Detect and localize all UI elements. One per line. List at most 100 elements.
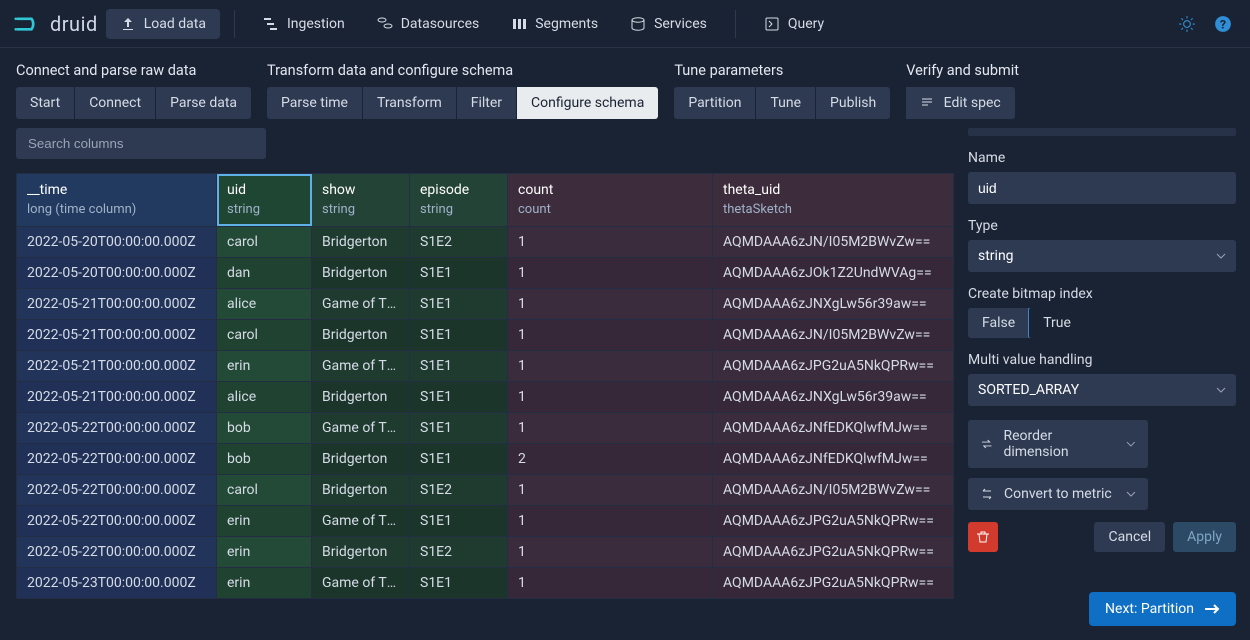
- table-row: 2022-05-22T00:00:00.000ZbobBridgertonS1E…: [17, 443, 954, 474]
- cell: Game of Thr…: [312, 350, 410, 381]
- nav-load-data[interactable]: Load data: [106, 9, 220, 39]
- wizard-step-publish[interactable]: Publish: [816, 87, 890, 119]
- nav-services[interactable]: Services: [616, 9, 721, 39]
- column-header-uid[interactable]: uidstring: [217, 174, 312, 227]
- cell: Bridgerton: [312, 257, 410, 288]
- separator: [234, 10, 235, 38]
- cell: erin: [217, 350, 312, 381]
- wizard-step-start[interactable]: Start: [16, 87, 75, 119]
- wizard-step-parse-time[interactable]: Parse time: [267, 87, 363, 119]
- table-row: 2022-05-22T00:00:00.000ZerinGame of Thr……: [17, 505, 954, 536]
- chevron-down-icon: [1126, 489, 1136, 499]
- cell: AQMDAAA6zJN/I05M2BWvZw==: [713, 226, 954, 257]
- column-header-episode[interactable]: episodestring: [410, 174, 508, 227]
- svg-text:?: ?: [1220, 18, 1226, 32]
- gantt-icon: [263, 16, 279, 32]
- search-input[interactable]: [16, 128, 266, 159]
- bitmap-option-false[interactable]: False: [968, 308, 1029, 338]
- column-header-theta_uid[interactable]: theta_uidthetaSketch: [713, 174, 954, 227]
- cell: Bridgerton: [312, 319, 410, 350]
- reorder-dimension-button[interactable]: Reorder dimension: [968, 420, 1148, 468]
- cell: AQMDAAA6zJPG2uA5NkQPRw==: [713, 567, 954, 598]
- arrow-right-icon: [1204, 603, 1220, 615]
- cell: 2022-05-22T00:00:00.000Z: [17, 474, 217, 505]
- delete-button[interactable]: [968, 522, 998, 552]
- type-select[interactable]: string: [968, 240, 1236, 272]
- column-header-__time[interactable]: __timelong (time column): [17, 174, 217, 227]
- cell: Bridgerton: [312, 474, 410, 505]
- nav-query[interactable]: Query: [750, 9, 838, 39]
- cell: AQMDAAA6zJPG2uA5NkQPRw==: [713, 505, 954, 536]
- wizard-step-transform[interactable]: Transform: [363, 87, 457, 119]
- mvh-select[interactable]: SORTED_ARRAY: [968, 374, 1236, 406]
- wizard-step-tune[interactable]: Tune: [756, 87, 816, 119]
- column-header-count[interactable]: countcount: [508, 174, 713, 227]
- table-row: 2022-05-20T00:00:00.000ZdanBridgertonS1E…: [17, 257, 954, 288]
- convert-to-metric-button[interactable]: Convert to metric: [968, 478, 1148, 510]
- cell: Bridgerton: [312, 443, 410, 474]
- chevron-down-icon: [1216, 251, 1226, 261]
- wizard-step-connect[interactable]: Connect: [75, 87, 156, 119]
- cell: carol: [217, 226, 312, 257]
- cell: 2022-05-20T00:00:00.000Z: [17, 226, 217, 257]
- cell: S1E1: [410, 319, 508, 350]
- cell: 2022-05-22T00:00:00.000Z: [17, 412, 217, 443]
- cell: 2022-05-21T00:00:00.000Z: [17, 381, 217, 412]
- cell: S1E1: [410, 412, 508, 443]
- cell: S1E2: [410, 474, 508, 505]
- manual-icon: [920, 95, 934, 109]
- table-row: 2022-05-22T00:00:00.000ZbobGame of Thr…S…: [17, 412, 954, 443]
- wizard-step-partition[interactable]: Partition: [674, 87, 756, 119]
- bitmap-option-true[interactable]: True: [1028, 308, 1085, 338]
- cell: 1: [508, 474, 713, 505]
- cell: S1E2: [410, 536, 508, 567]
- wizard-step-filter[interactable]: Filter: [457, 87, 517, 119]
- cancel-button[interactable]: Cancel: [1094, 522, 1165, 552]
- nav-ingestion[interactable]: Ingestion: [249, 9, 359, 39]
- cell: S1E1: [410, 505, 508, 536]
- cell: Bridgerton: [312, 536, 410, 567]
- upload-icon: [120, 16, 136, 32]
- brand[interactable]: druid: [14, 10, 98, 38]
- cell: erin: [217, 536, 312, 567]
- cell: alice: [217, 381, 312, 412]
- table-header-row: __timelong (time column)uidstringshowstr…: [17, 174, 954, 227]
- table-row: 2022-05-21T00:00:00.000ZaliceGame of Thr…: [17, 288, 954, 319]
- bitmap-label: Create bitmap index: [968, 286, 1236, 302]
- table-row: 2022-05-21T00:00:00.000ZaliceBridgertonS…: [17, 381, 954, 412]
- nav-segments[interactable]: Segments: [497, 9, 612, 39]
- nav-datasources[interactable]: Datasources: [363, 9, 494, 39]
- cell: alice: [217, 288, 312, 319]
- cell: S1E1: [410, 350, 508, 381]
- cell: AQMDAAA6zJNXgLw56r39aw==: [713, 288, 954, 319]
- cell: 2022-05-22T00:00:00.000Z: [17, 505, 217, 536]
- wizard-step-parse-data[interactable]: Parse data: [156, 87, 251, 119]
- help-icon[interactable]: ?: [1214, 15, 1232, 33]
- cell: AQMDAAA6zJOk1Z2UndWVAg==: [713, 257, 954, 288]
- cell: 2: [508, 443, 713, 474]
- apply-button[interactable]: Apply: [1173, 522, 1236, 552]
- table-row: 2022-05-21T00:00:00.000ZerinGame of Thr……: [17, 350, 954, 381]
- topbar: druid Load data Ingestion Datasources Se…: [0, 0, 1250, 48]
- cell: AQMDAAA6zJNfEDKQlwfMJw==: [713, 443, 954, 474]
- cell: 2022-05-21T00:00:00.000Z: [17, 288, 217, 319]
- cell: carol: [217, 319, 312, 350]
- wizard-group-transform: Transform data and configure schema Pars…: [267, 62, 658, 119]
- cell: Game of Thr…: [312, 412, 410, 443]
- chevron-down-icon: [1126, 439, 1136, 449]
- cell: AQMDAAA6zJN/I05M2BWvZw==: [713, 319, 954, 350]
- name-input[interactable]: [968, 172, 1236, 204]
- column-header-show[interactable]: showstring: [312, 174, 410, 227]
- gear-icon[interactable]: [1178, 15, 1196, 33]
- wizard-group-connect: Connect and parse raw data StartConnectP…: [16, 62, 251, 119]
- trash-icon: [976, 530, 990, 544]
- cell: 2022-05-21T00:00:00.000Z: [17, 319, 217, 350]
- wizard-step-configure-schema[interactable]: Configure schema: [517, 87, 658, 119]
- next-partition-button[interactable]: Next: Partition: [1089, 592, 1236, 626]
- query-icon: [764, 16, 780, 32]
- cell: 2022-05-22T00:00:00.000Z: [17, 443, 217, 474]
- wizard-step-edit-spec[interactable]: Edit spec: [906, 87, 1015, 119]
- cell: AQMDAAA6zJNfEDKQlwfMJw==: [713, 412, 954, 443]
- druid-logo-icon: [14, 10, 42, 38]
- type-label: Type: [968, 218, 1236, 234]
